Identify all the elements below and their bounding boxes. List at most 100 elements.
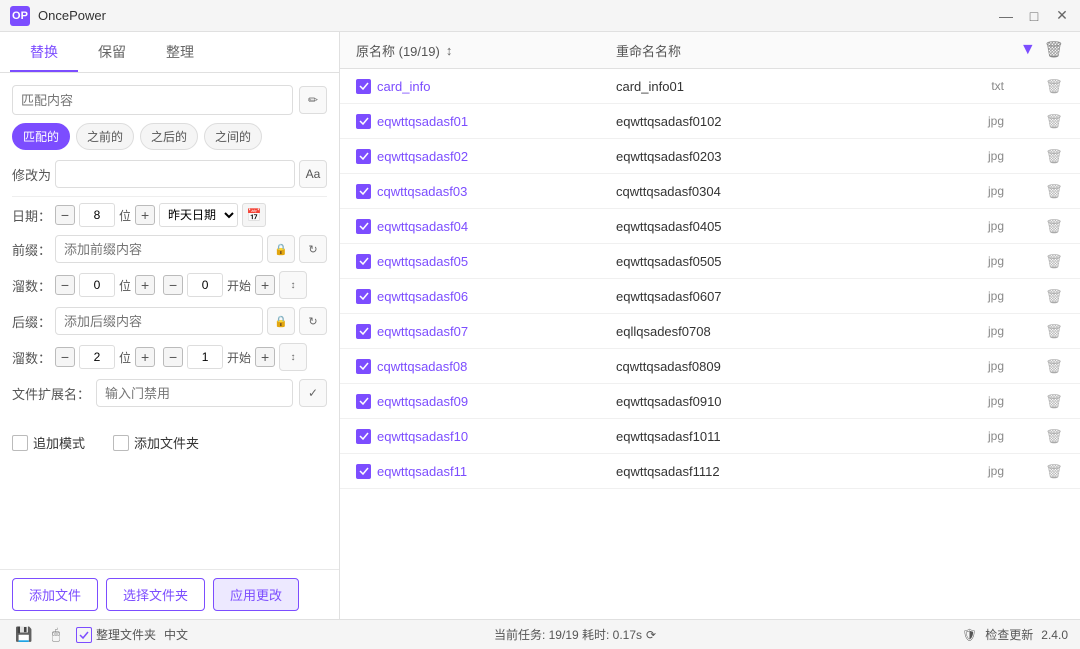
file-checkbox-9[interactable] [356,394,371,409]
prefix-lock-icon[interactable]: 🔒 [267,235,295,263]
serial-suffix-plus1[interactable]: + [135,347,155,367]
serial-prefix-icon[interactable]: ↕ [279,271,307,299]
serial-suffix-minus2[interactable]: − [163,347,183,367]
organize-checkbox[interactable]: 整理文件夹 [76,626,156,643]
file-checkbox-11[interactable] [356,464,371,479]
prefix-label: 前缀： [12,240,51,259]
delete-icon-10[interactable]: 🗑 [1044,426,1064,446]
file-row: eqwttqsadasf01 eqwttqsadasf0102 jpg 🗑 [340,104,1080,139]
file-check-1: eqwttqsadasf01 [356,114,616,129]
file-checkbox-7[interactable] [356,324,371,339]
ext-check-icon[interactable]: ✓ [299,379,327,407]
match-type-between[interactable]: 之间的 [204,123,262,150]
prefix-input[interactable] [55,235,263,263]
filter-icon[interactable]: ▼ [1020,41,1036,59]
save-icon[interactable]: 💾 [12,623,36,647]
ext-input[interactable] [96,379,293,407]
checkbox-add-folder[interactable]: 添加文件夹 [113,433,199,452]
serial-suffix-plus2[interactable]: + [255,347,275,367]
date-minus[interactable]: − [55,205,75,225]
file-new-name-8: cqwttqsadasf0809 [616,359,944,374]
file-checkbox-8[interactable] [356,359,371,374]
delete-icon-4[interactable]: 🗑 [1044,216,1064,236]
serial-prefix-val2[interactable] [187,273,223,297]
file-ext-3: jpg [944,184,1004,198]
file-checkbox-10[interactable] [356,429,371,444]
checkbox-add-folder-box[interactable] [113,435,129,451]
file-checkbox-1[interactable] [356,114,371,129]
delete-icon-11[interactable]: 🗑 [1044,461,1064,481]
shield-icon: 🛡 [962,628,977,642]
delete-icon-2[interactable]: 🗑 [1044,146,1064,166]
minimize-button[interactable]: — [998,8,1014,24]
match-row: ✏ [12,85,327,115]
delete-icon-6[interactable]: 🗑 [1044,286,1064,306]
refresh-icon[interactable]: ⟳ [646,628,656,642]
delete-icon-7[interactable]: 🗑 [1044,321,1064,341]
serial-prefix-plus1[interactable]: + [135,275,155,295]
modify-input[interactable] [55,160,295,188]
file-row: card_info card_info01 txt 🗑 [340,69,1080,104]
delete-icon-5[interactable]: 🗑 [1044,251,1064,271]
file-ext-9: jpg [944,394,1004,408]
app-title: OncePower [38,8,106,23]
delete-icon-1[interactable]: 🗑 [1044,111,1064,131]
sort-icon[interactable]: ↕ [446,43,453,58]
divider1 [12,196,327,197]
date-select[interactable]: 昨天日期 今天日期 明天日期 [159,203,238,227]
match-edit-icon[interactable]: ✏ [299,86,327,114]
main-content: 替换 保留 整理 ✏ 匹配的 之前的 之后的 之间的 [0,32,1080,619]
delete-icon-0[interactable]: 🗑 [1044,76,1064,96]
close-button[interactable]: ✕ [1054,8,1070,24]
file-checkbox-2[interactable] [356,149,371,164]
cursor-icon[interactable]: 🖱 [44,623,68,647]
serial-suffix-val1[interactable] [79,345,115,369]
tab-replace[interactable]: 替换 [10,32,78,72]
serial-prefix-minus2[interactable]: − [163,275,183,295]
file-checkbox-3[interactable] [356,184,371,199]
file-del-10: 🗑 [1004,426,1064,446]
delete-icon-3[interactable]: 🗑 [1044,181,1064,201]
file-del-4: 🗑 [1004,216,1064,236]
date-digits-input[interactable] [79,203,115,227]
date-plus[interactable]: + [135,205,155,225]
prefix-reset-icon[interactable]: ↻ [299,235,327,263]
add-file-button[interactable]: 添加文件 [12,578,98,611]
prefix-row: 前缀： 🔒 ↻ [12,235,327,263]
serial-prefix-val1[interactable] [79,273,115,297]
serial-suffix-minus1[interactable]: − [55,347,75,367]
aa-button[interactable]: Aa [299,160,327,188]
file-del-7: 🗑 [1004,321,1064,341]
checkbox-append-mode[interactable]: 追加模式 [12,433,85,452]
delete-icon-9[interactable]: 🗑 [1044,391,1064,411]
match-type-matched[interactable]: 匹配的 [12,123,70,150]
delete-icon-8[interactable]: 🗑 [1044,356,1064,376]
suffix-reset-icon[interactable]: ↻ [299,307,327,335]
apply-button[interactable]: 应用更改 [213,578,299,611]
calendar-button[interactable]: 📅 [242,203,266,227]
match-type-before[interactable]: 之前的 [76,123,134,150]
tab-organize[interactable]: 整理 [146,32,214,72]
trash-icon-header[interactable]: 🗑 [1044,40,1064,60]
file-checkbox-4[interactable] [356,219,371,234]
file-checkbox-0[interactable] [356,79,371,94]
file-checkbox-5[interactable] [356,254,371,269]
serial-prefix-plus2[interactable]: + [255,275,275,295]
file-del-5: 🗑 [1004,251,1064,271]
maximize-button[interactable]: □ [1026,8,1042,24]
match-type-after[interactable]: 之后的 [140,123,198,150]
suffix-lock-icon[interactable]: 🔒 [267,307,295,335]
serial-suffix-unit1: 位 [119,349,131,366]
serial-suffix-icon[interactable]: ↕ [279,343,307,371]
checkbox-append-mode-box[interactable] [12,435,28,451]
serial-prefix-minus1[interactable]: − [55,275,75,295]
file-checkbox-6[interactable] [356,289,371,304]
serial-suffix-val2[interactable] [187,345,223,369]
match-input[interactable] [12,85,293,115]
file-check-8: cqwttqsadasf08 [356,359,616,374]
suffix-input[interactable] [55,307,263,335]
check-update-label[interactable]: 检查更新 [985,626,1033,643]
select-folder-button[interactable]: 选择文件夹 [106,578,205,611]
tab-keep[interactable]: 保留 [78,32,146,72]
file-new-name-11: eqwttqsadasf1112 [616,464,944,479]
